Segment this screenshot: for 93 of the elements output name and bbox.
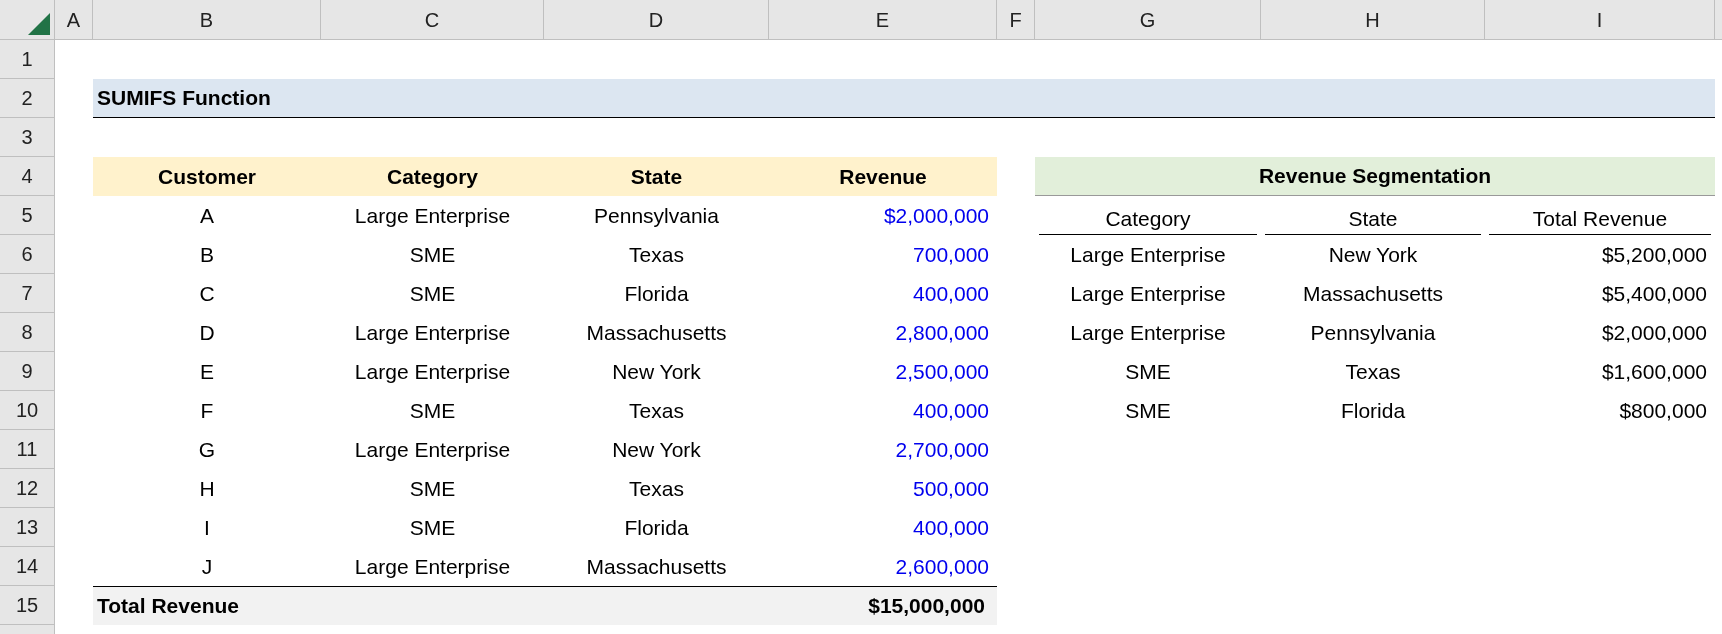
row-header[interactable]: 7 xyxy=(0,274,55,313)
row-header[interactable]: 6 xyxy=(0,235,55,274)
table-cell-text: Pennsylvania xyxy=(593,202,720,229)
table-cell-text: $5,200,000 xyxy=(1600,241,1708,268)
column-header[interactable]: G xyxy=(1035,0,1261,40)
row-header[interactable]: 2 xyxy=(0,79,55,118)
row-header[interactable]: 4 xyxy=(0,157,55,196)
table-cell-text: 2,500,000 xyxy=(894,358,990,385)
table-cell-text: Large Enterprise xyxy=(353,358,512,385)
table-cell-text: SME xyxy=(408,241,457,268)
table-cell-text: $1,600,000 xyxy=(1600,358,1708,385)
table-cell-text: E xyxy=(199,358,215,385)
total-value: $15,000,000 xyxy=(868,593,985,620)
table-cell-text: 2,700,000 xyxy=(894,436,990,463)
table-cell-text: Florida xyxy=(1339,397,1407,424)
table-cell-text: SME xyxy=(408,280,457,307)
table-cell-text: H xyxy=(198,475,216,502)
table-cell-text: SME xyxy=(408,397,457,424)
table-cell-text: Large Enterprise xyxy=(353,319,512,346)
table-cell-text: SME xyxy=(408,514,457,541)
table-cell-text: 2,600,000 xyxy=(894,553,990,580)
table-cell-text: Texas xyxy=(628,475,685,502)
total-label: Total Revenue xyxy=(97,593,239,620)
column-heading: Category xyxy=(1039,204,1257,235)
column-header[interactable]: A xyxy=(55,0,93,40)
table-cell-text: Large Enterprise xyxy=(1069,280,1227,307)
table-cell-text: Pennsylvania xyxy=(1309,319,1437,346)
table-cell-text: 400,000 xyxy=(912,280,990,307)
table-cell-text: C xyxy=(198,280,216,307)
title-band: SUMIFS Function xyxy=(93,79,1715,118)
table-cell-text: Large Enterprise xyxy=(1069,319,1227,346)
row-header[interactable]: 10 xyxy=(0,391,55,430)
row-header[interactable]: 12 xyxy=(0,469,55,508)
row-header[interactable]: 3 xyxy=(0,118,55,157)
row-header[interactable]: 14 xyxy=(0,547,55,586)
table-cell-text: 400,000 xyxy=(912,514,990,541)
table-cell-text: SME xyxy=(1124,358,1172,385)
column-header[interactable]: F xyxy=(997,0,1035,40)
table-cell-text: SME xyxy=(1124,397,1172,424)
table-cell-text: Large Enterprise xyxy=(353,553,512,580)
table-cell-text: Massachusetts xyxy=(585,319,728,346)
row-header[interactable]: 8 xyxy=(0,313,55,352)
table-cell-text: Florida xyxy=(623,514,690,541)
table-cell-text: J xyxy=(200,553,214,580)
column-header[interactable]: E xyxy=(769,0,997,40)
table-cell-text: Large Enterprise xyxy=(1069,241,1227,268)
table-cell-text: Texas xyxy=(628,241,685,268)
column-heading: State xyxy=(1265,204,1481,235)
table-cell-text: Texas xyxy=(628,397,685,424)
corner-triangle-icon xyxy=(28,13,50,35)
row-header[interactable]: 5 xyxy=(0,196,55,235)
table-cell-text: New York xyxy=(1327,241,1419,268)
table-cell-text: Florida xyxy=(623,280,690,307)
column-heading: State xyxy=(544,157,769,196)
table-cell-text: 500,000 xyxy=(912,475,990,502)
segmentation-title: Revenue Segmentation xyxy=(1035,157,1715,196)
table-cell-text: $2,000,000 xyxy=(882,202,990,229)
table-cell-text: $2,000,000 xyxy=(1600,319,1708,346)
column-header[interactable]: C xyxy=(321,0,544,40)
table-cell-text: A xyxy=(199,202,215,229)
table-cell-text: New York xyxy=(611,436,702,463)
select-all-button[interactable] xyxy=(0,0,55,40)
table-cell-text: I xyxy=(203,514,211,541)
table-cell-text: Large Enterprise xyxy=(353,202,512,229)
row-header[interactable]: 1 xyxy=(0,40,55,79)
table-cell-text: G xyxy=(197,436,217,463)
table-cell-text: Massachusetts xyxy=(1301,280,1445,307)
column-header[interactable]: H xyxy=(1261,0,1485,40)
table-cell-text: D xyxy=(198,319,216,346)
table-cell-text: 400,000 xyxy=(912,397,990,424)
column-heading: Total Revenue xyxy=(1489,204,1711,235)
row-header[interactable]: 15 xyxy=(0,586,55,625)
table-cell-text: B xyxy=(199,241,215,268)
table-cell-text: $5,400,000 xyxy=(1600,280,1708,307)
column-heading: Revenue xyxy=(769,157,997,196)
table-cell-text: New York xyxy=(611,358,702,385)
column-header[interactable]: I xyxy=(1485,0,1715,40)
column-heading: Customer xyxy=(93,157,321,196)
table-cell-text: 2,800,000 xyxy=(894,319,990,346)
column-header[interactable]: D xyxy=(544,0,769,40)
table-cell-text: $800,000 xyxy=(1618,397,1708,424)
column-heading: Category xyxy=(321,157,544,196)
table-cell-text: Large Enterprise xyxy=(353,436,512,463)
table-cell-text: 700,000 xyxy=(912,241,990,268)
table-cell-text: F xyxy=(199,397,215,424)
column-header[interactable] xyxy=(1715,0,1722,40)
row-header[interactable]: 9 xyxy=(0,352,55,391)
row-header[interactable]: 13 xyxy=(0,508,55,547)
column-header[interactable]: B xyxy=(93,0,321,40)
table-cell-text: SME xyxy=(408,475,457,502)
table-cell-text: Texas xyxy=(1344,358,1402,385)
row-header[interactable]: 11 xyxy=(0,430,55,469)
table-cell-text: Massachusetts xyxy=(585,553,728,580)
